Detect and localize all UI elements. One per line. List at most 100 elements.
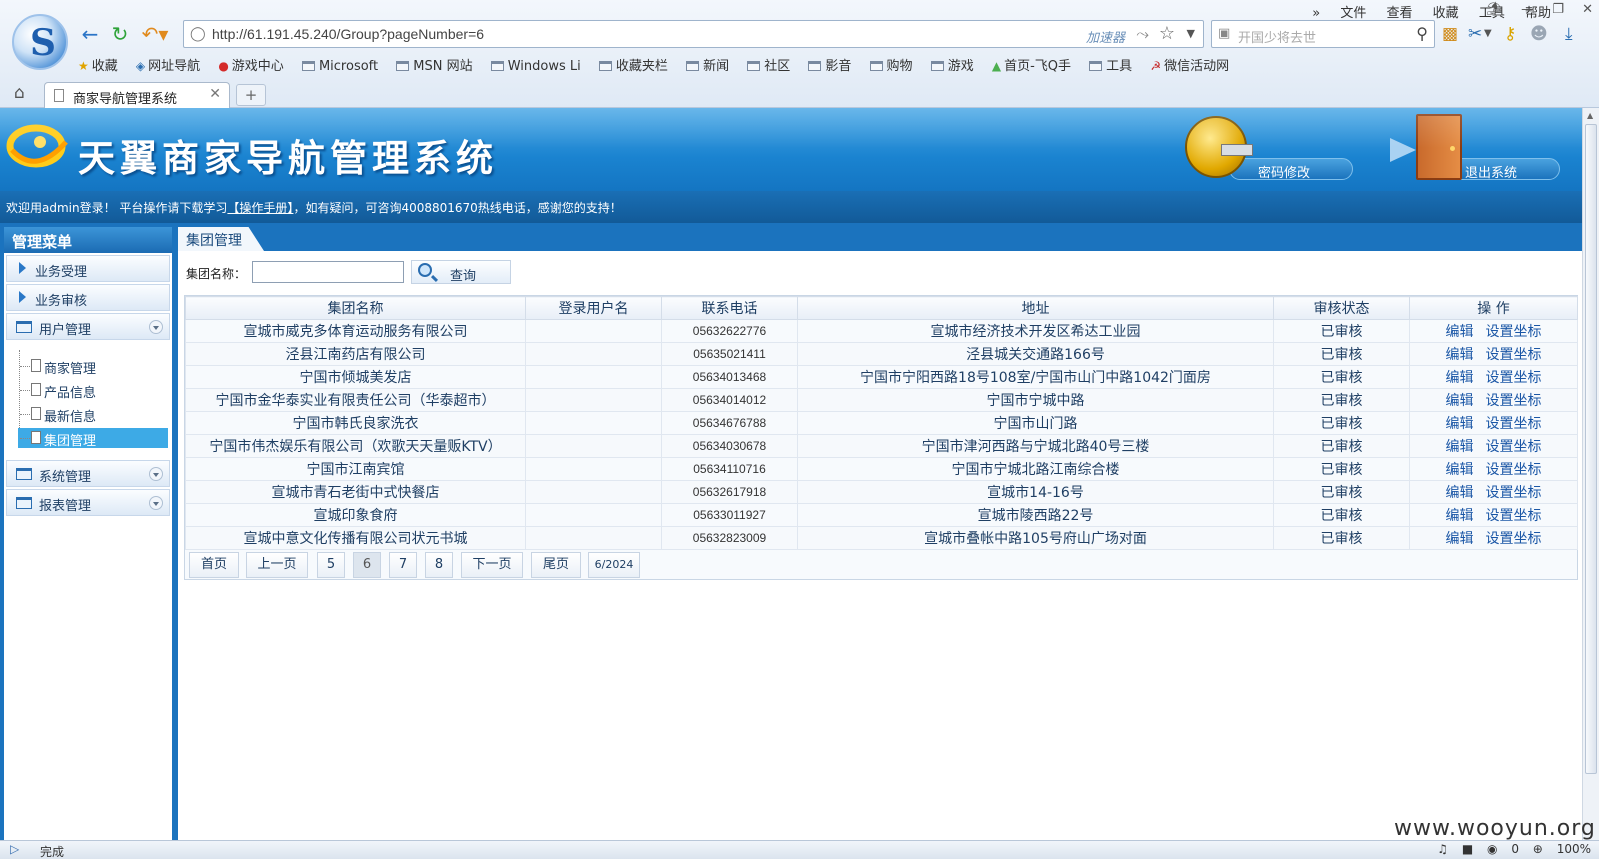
close-icon[interactable]: ✕ [1582, 2, 1593, 17]
chevron-down-icon[interactable] [149, 496, 163, 510]
set-coordinates-link[interactable]: 设置坐标 [1486, 508, 1542, 524]
undo-icon[interactable]: ↶▾ [140, 22, 170, 46]
chevron-down-icon[interactable] [149, 467, 163, 481]
speaker-icon[interactable]: ♫ [1437, 842, 1448, 856]
menu-view[interactable]: 查看 [1387, 6, 1413, 21]
bookmark-community[interactable]: 社区 [747, 55, 790, 74]
refresh-icon[interactable]: ↻ [108, 22, 132, 46]
edit-link[interactable]: 编辑 [1446, 439, 1474, 455]
close-icon[interactable]: ✕ [209, 86, 221, 102]
browser-tab-active[interactable]: 商家导航管理系统 ✕ [44, 82, 230, 108]
zoom-level[interactable]: 100% [1557, 842, 1591, 856]
group-name-input[interactable] [252, 261, 404, 283]
minimize-icon[interactable]: — [1521, 2, 1534, 17]
set-coordinates-link[interactable]: 设置坐标 [1486, 324, 1542, 340]
set-coordinates-link[interactable]: 设置坐标 [1486, 416, 1542, 432]
bookmark-games[interactable]: 游戏 [930, 55, 974, 74]
sidebar-group-system-management[interactable]: 系统管理 [6, 460, 170, 487]
sidebar-subitem-products[interactable]: 产品信息 [18, 380, 168, 401]
pager-next-button[interactable]: 下一页 [461, 552, 523, 578]
bookmark-favbar[interactable]: 收藏夹栏 [598, 55, 668, 74]
bookmark-news[interactable]: 新闻 [686, 55, 729, 74]
shield-counter-icon[interactable]: ◉ [1487, 842, 1497, 856]
edit-link[interactable]: 编辑 [1446, 485, 1474, 501]
scissors-icon[interactable]: ✂ [1468, 24, 1482, 44]
edit-link[interactable]: 编辑 [1446, 370, 1474, 386]
pager-page-5[interactable]: 5 [317, 552, 345, 578]
sidebar-item-business-review[interactable]: 业务审核 [6, 284, 170, 311]
pager-first-button[interactable]: 首页 [189, 552, 239, 578]
sidebar-subitem-groups[interactable]: 集团管理 [18, 428, 168, 449]
restore-icon[interactable]: ❐ [1552, 2, 1564, 17]
col-header-phone[interactable]: 联系电话 [661, 296, 798, 320]
set-coordinates-link[interactable]: 设置坐标 [1486, 393, 1542, 409]
bookmark-msn[interactable]: MSN 网站 [396, 55, 473, 74]
edit-link[interactable]: 编辑 [1446, 324, 1474, 340]
col-header-name[interactable]: 集团名称 [185, 296, 526, 320]
chevron-down-icon[interactable] [149, 320, 163, 334]
skin-icon[interactable]: ⛱ [1487, 2, 1504, 17]
bookmark-video[interactable]: 影音 [808, 55, 851, 74]
bolt-icon[interactable]: ⤳ [1136, 24, 1149, 44]
zoom-icon[interactable]: ⊕ [1533, 842, 1543, 856]
manual-link[interactable]: 【操作手册】 [227, 201, 293, 215]
edit-link[interactable]: 编辑 [1446, 393, 1474, 409]
user-icon[interactable]: ☻ [1530, 24, 1548, 44]
set-coordinates-link[interactable]: 设置坐标 [1486, 462, 1542, 478]
pager-last-button[interactable]: 尾页 [531, 552, 581, 578]
bookmark-tools[interactable]: 工具 [1089, 55, 1132, 74]
menu-favorites[interactable]: 收藏 [1433, 6, 1459, 21]
logout-button[interactable]: 退出系统 [1390, 112, 1562, 186]
bookmark-shopping[interactable]: 购物 [869, 55, 913, 74]
pager-prev-button[interactable]: 上一页 [246, 552, 308, 578]
bookmark-windows[interactable]: Windows Li [490, 59, 581, 74]
menu-file[interactable]: 文件 [1340, 6, 1366, 21]
key-icon[interactable]: ⚷ [1504, 24, 1516, 44]
edit-link[interactable]: 编辑 [1446, 416, 1474, 432]
page-scrollbar[interactable]: ▲ [1582, 108, 1599, 840]
bookmark-microsoft[interactable]: Microsoft [301, 59, 378, 74]
tab-group-management[interactable]: 集团管理 [178, 227, 264, 251]
set-coordinates-link[interactable]: 设置坐标 [1486, 347, 1542, 363]
new-tab-button[interactable]: + [236, 84, 266, 106]
download-icon[interactable]: ⤓ [1565, 24, 1573, 44]
edit-link[interactable]: 编辑 [1446, 531, 1474, 547]
col-header-status[interactable]: 审核状态 [1273, 296, 1410, 320]
pager-page-7[interactable]: 7 [389, 552, 417, 578]
accelerator-label[interactable]: 加速器 [1086, 27, 1125, 46]
sidebar-subitem-latest-info[interactable]: 最新信息 [18, 404, 168, 425]
search-icon[interactable]: ⚲ [1416, 24, 1428, 43]
set-coordinates-link[interactable]: 设置坐标 [1486, 531, 1542, 547]
menu-expand-icon[interactable]: » [1312, 6, 1320, 21]
scroll-up-icon[interactable]: ▲ [1587, 111, 1593, 120]
address-bar[interactable]: ◯ http://61.191.45.240/Group?pageNumber=… [183, 20, 1204, 48]
query-button[interactable]: 查询 [411, 260, 511, 284]
change-password-button[interactable]: 密码修改 [1185, 114, 1355, 186]
col-header-address[interactable]: 地址 [797, 296, 1274, 320]
scrollbar-thumb[interactable] [1585, 124, 1597, 774]
edit-link[interactable]: 编辑 [1446, 508, 1474, 524]
bookmark-nav[interactable]: ◈ 网址导航 [136, 55, 200, 74]
address-url[interactable]: http://61.191.45.240/Group?pageNumber=6 [212, 26, 484, 42]
pager-page-8[interactable]: 8 [425, 552, 453, 578]
browser-search-box[interactable]: ▣ 开国少将去世 ⚲ [1211, 20, 1435, 48]
back-arrow-icon[interactable]: ← [78, 22, 102, 46]
bookmark-feiq[interactable]: ▲ 首页-飞Q手 [992, 55, 1071, 74]
bookmark-games-center[interactable]: ● 游戏中心 [218, 55, 284, 74]
sidebar-group-report-management[interactable]: 报表管理 [6, 489, 170, 516]
col-header-username[interactable]: 登录用户名 [525, 296, 662, 320]
star-icon[interactable]: ☆ [1159, 23, 1175, 44]
chevron-down-icon[interactable]: ▼ [1187, 27, 1195, 40]
edit-link[interactable]: 编辑 [1446, 462, 1474, 478]
chevron-down-icon[interactable]: ▼ [1484, 24, 1492, 44]
set-coordinates-link[interactable]: 设置坐标 [1486, 485, 1542, 501]
bookmark-add-icon[interactable]: ▩ [1442, 24, 1458, 44]
sidebar-item-business-accept[interactable]: 业务受理 [6, 255, 170, 282]
sidebar-subitem-merchants[interactable]: 商家管理 [18, 356, 168, 377]
set-coordinates-link[interactable]: 设置坐标 [1486, 370, 1542, 386]
network-icon[interactable]: ■ [1462, 842, 1473, 856]
set-coordinates-link[interactable]: 设置坐标 [1486, 439, 1542, 455]
edit-link[interactable]: 编辑 [1446, 347, 1474, 363]
home-icon[interactable]: ⌂ [14, 83, 25, 103]
sidebar-group-user-management[interactable]: 用户管理 [6, 313, 170, 340]
